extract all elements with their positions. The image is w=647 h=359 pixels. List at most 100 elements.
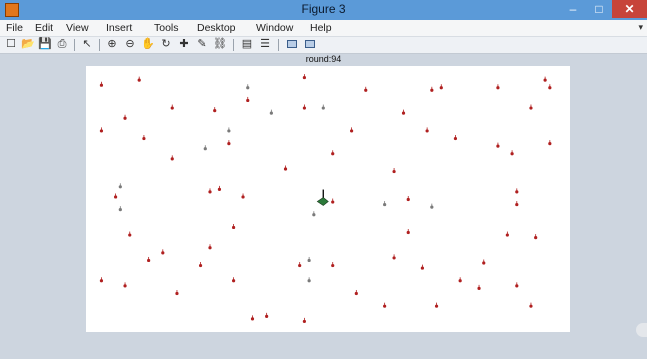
title-bar[interactable]: Figure 3 – □ ✕ — [0, 0, 647, 20]
sensor-node-point — [548, 84, 552, 90]
sensor-node-point — [477, 284, 481, 290]
sensor-node-point — [534, 234, 538, 240]
sensor-node-point — [232, 277, 236, 283]
sensor-node-point — [307, 256, 311, 263]
sensor-node-point — [128, 231, 132, 237]
menu-file[interactable]: File — [6, 22, 23, 34]
plot-axes[interactable] — [86, 66, 570, 332]
sensor-node-point — [392, 168, 396, 174]
sensor-node-point — [232, 223, 236, 230]
menu-desktop[interactable]: Desktop — [197, 22, 236, 34]
sensor-node-point — [203, 145, 207, 151]
sensor-node-point — [217, 185, 222, 191]
sensor-node-point — [496, 84, 500, 90]
sensor-node-point — [227, 127, 231, 133]
minimize-button[interactable]: – — [560, 0, 586, 18]
sensor-node-point — [283, 165, 288, 171]
menu-help[interactable]: Help — [310, 22, 332, 34]
zoom-in-icon[interactable]: ⊕ — [105, 38, 119, 51]
colorbar-icon[interactable]: ▤ — [240, 38, 254, 51]
sensor-node-point — [312, 211, 316, 217]
sensor-node-point — [298, 262, 302, 268]
close-button[interactable]: ✕ — [612, 0, 647, 18]
resize-grip[interactable] — [636, 323, 647, 337]
toolbar-separator — [233, 39, 234, 51]
show-plot-tools-icon[interactable] — [303, 38, 317, 51]
sensor-node-point — [510, 150, 514, 156]
sensor-node-point — [350, 127, 354, 133]
toolbar-separator — [74, 39, 75, 51]
menu-window[interactable]: Window — [256, 22, 293, 34]
base-station-marker — [316, 189, 329, 206]
sensor-node-point — [364, 86, 368, 92]
sensor-node-point — [170, 155, 174, 161]
sensor-node-point — [307, 277, 311, 283]
sensor-node-point — [383, 302, 387, 308]
sensor-node-point — [137, 76, 141, 82]
sensor-node-point — [99, 127, 104, 133]
sensor-node-point — [331, 150, 335, 156]
sensor-node-point — [406, 229, 410, 235]
sensor-node-point — [354, 289, 358, 296]
sensor-node-point — [208, 244, 212, 250]
sensor-node-point — [142, 135, 146, 141]
brush-icon[interactable]: ✎ — [195, 38, 209, 51]
sensor-node-point — [434, 302, 439, 308]
sensor-node-point — [406, 196, 410, 202]
sensor-node-point — [425, 127, 429, 133]
menu-edit[interactable]: Edit — [35, 22, 53, 34]
sensor-node-point — [482, 259, 486, 265]
menu-insert[interactable]: Insert — [106, 22, 132, 34]
sensor-node-point — [331, 198, 335, 204]
print-icon[interactable]: ⎙ — [55, 38, 69, 51]
legend-icon[interactable]: ☰ — [258, 38, 272, 51]
sensor-node-point — [515, 188, 519, 194]
sensor-node-point — [198, 262, 203, 268]
sensor-node-point — [321, 104, 325, 110]
sensor-node-point — [302, 74, 306, 80]
plot-title: round:94 — [305, 54, 342, 64]
new-figure-icon[interactable]: ☐ — [4, 38, 18, 51]
sensor-node-point — [430, 203, 434, 209]
sensor-node-point — [401, 109, 406, 115]
zoom-out-icon[interactable]: ⊖ — [123, 38, 137, 51]
maximize-button[interactable]: □ — [586, 0, 612, 18]
sensor-node-point — [99, 277, 104, 283]
window-title: Figure 3 — [301, 2, 346, 16]
menu-tools[interactable]: Tools — [154, 22, 179, 34]
sensor-node-point — [208, 188, 212, 194]
sensor-node-point — [241, 193, 245, 199]
sensor-node-point — [543, 76, 547, 82]
save-icon[interactable]: 💾 — [38, 38, 52, 51]
link-icon[interactable]: ⛓ — [213, 38, 227, 51]
sensor-node-point — [213, 107, 217, 113]
sensor-node-point — [529, 104, 533, 110]
sensor-node-point — [147, 256, 151, 263]
pan-icon[interactable]: ✋ — [141, 38, 155, 51]
toolbar-separator — [278, 39, 279, 51]
open-file-icon[interactable]: 📂 — [21, 38, 35, 51]
rotate-3d-icon[interactable]: ↻ — [159, 38, 173, 51]
sensor-node-point — [505, 231, 509, 237]
sensor-node-point — [420, 264, 424, 270]
sensor-node-point — [114, 193, 118, 199]
sensor-node-point — [123, 282, 127, 288]
sensor-node-point — [302, 104, 306, 110]
menu-view[interactable]: View — [66, 22, 89, 34]
scatter-plot — [99, 74, 552, 324]
toolbar-separator — [99, 39, 100, 51]
menu-bar: File Edit View Insert Tools Desktop Wind… — [0, 20, 647, 37]
sensor-node-point — [170, 104, 174, 110]
pointer-icon[interactable]: ↖ — [80, 38, 94, 51]
menu-overflow-icon[interactable]: ▾ — [638, 22, 643, 33]
sensor-node-point — [548, 140, 552, 146]
sensor-node-point — [175, 289, 179, 296]
sensor-node-point — [99, 81, 104, 87]
sensor-node-point — [383, 201, 387, 207]
sensor-node-point — [430, 86, 434, 92]
data-cursor-icon[interactable]: ✚ — [177, 38, 191, 51]
sensor-node-point — [439, 84, 443, 90]
sensor-node-point — [515, 282, 519, 288]
sensor-node-point — [250, 315, 255, 321]
hide-plot-tools-icon[interactable] — [285, 38, 299, 51]
